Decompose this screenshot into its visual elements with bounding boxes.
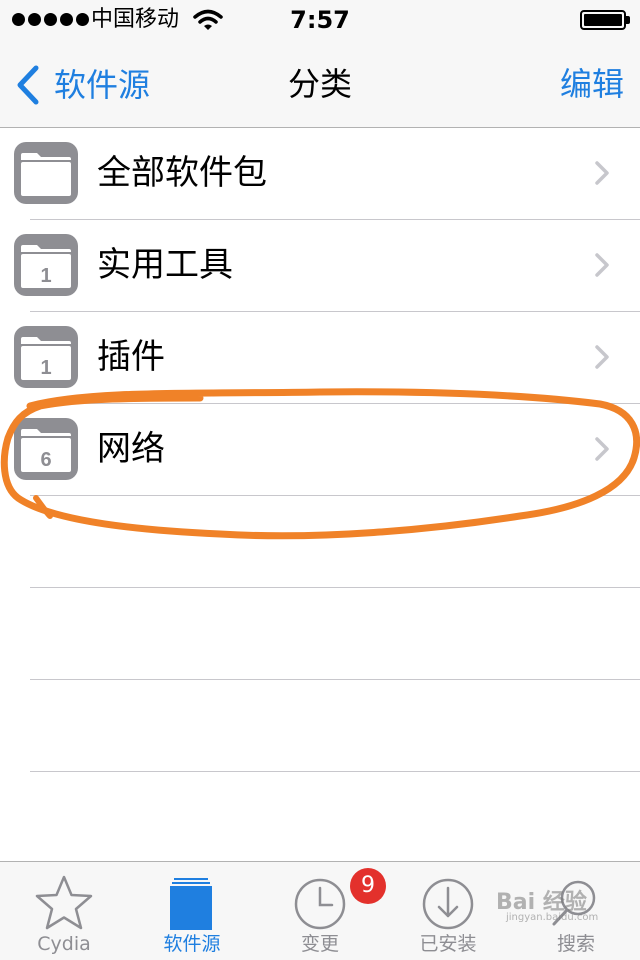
battery-icon: [580, 10, 626, 30]
folder-count: 1: [40, 265, 51, 287]
folder-icon: 1: [14, 234, 78, 296]
tab-installed[interactable]: 已安装: [384, 862, 512, 960]
tab-label: Cydia: [37, 933, 91, 955]
status-bar: 中国移动 7:57: [0, 0, 640, 40]
edit-button[interactable]: 编辑: [560, 64, 624, 104]
folder-icon: 1: [14, 326, 78, 388]
list-item-all-packages[interactable]: 全部软件包: [0, 128, 640, 220]
sources-icon: [170, 878, 212, 930]
tab-label: 软件源: [163, 933, 221, 955]
star-icon: [35, 875, 93, 930]
folder-icon: 6: [14, 418, 78, 480]
folder-count: 6: [40, 449, 51, 471]
list-item-networking[interactable]: 6 网络: [0, 404, 640, 496]
chevron-right-icon: [595, 437, 609, 461]
watermark-url: jingyan.baidu.com: [506, 912, 599, 923]
list-item-tweaks[interactable]: 1 插件: [0, 312, 640, 404]
folder-icon: [14, 142, 78, 204]
navigation-bar: 软件源 分类 编辑: [0, 40, 640, 128]
clock-icon: [294, 878, 346, 930]
list-item-label: 全部软件包: [97, 153, 267, 193]
list-item-label: 网络: [97, 429, 165, 469]
battery-tip: [626, 16, 630, 24]
empty-row: [0, 496, 640, 588]
list-item-utilities[interactable]: 1 实用工具: [0, 220, 640, 312]
tab-sources[interactable]: 软件源: [128, 862, 256, 960]
tab-label: 已安装: [419, 933, 477, 955]
tab-cydia[interactable]: Cydia: [0, 862, 128, 960]
empty-row: [0, 588, 640, 680]
chevron-right-icon: [595, 161, 609, 185]
section-list: 全部软件包 1 实用工具 1 插件 6 网络: [0, 128, 640, 772]
tab-label: 搜索: [556, 933, 595, 955]
page-title: 分类: [287, 65, 352, 103]
list-item-label: 插件: [97, 337, 165, 377]
empty-row: [0, 680, 640, 772]
list-item-label: 实用工具: [97, 245, 233, 285]
chevron-right-icon: [595, 345, 609, 369]
folder-count: 1: [40, 357, 51, 379]
chevron-right-icon: [595, 253, 609, 277]
tab-label: 变更: [300, 933, 339, 955]
changes-badge: 9: [350, 868, 386, 904]
clock: 7:57: [290, 6, 350, 34]
download-icon: [422, 878, 474, 930]
